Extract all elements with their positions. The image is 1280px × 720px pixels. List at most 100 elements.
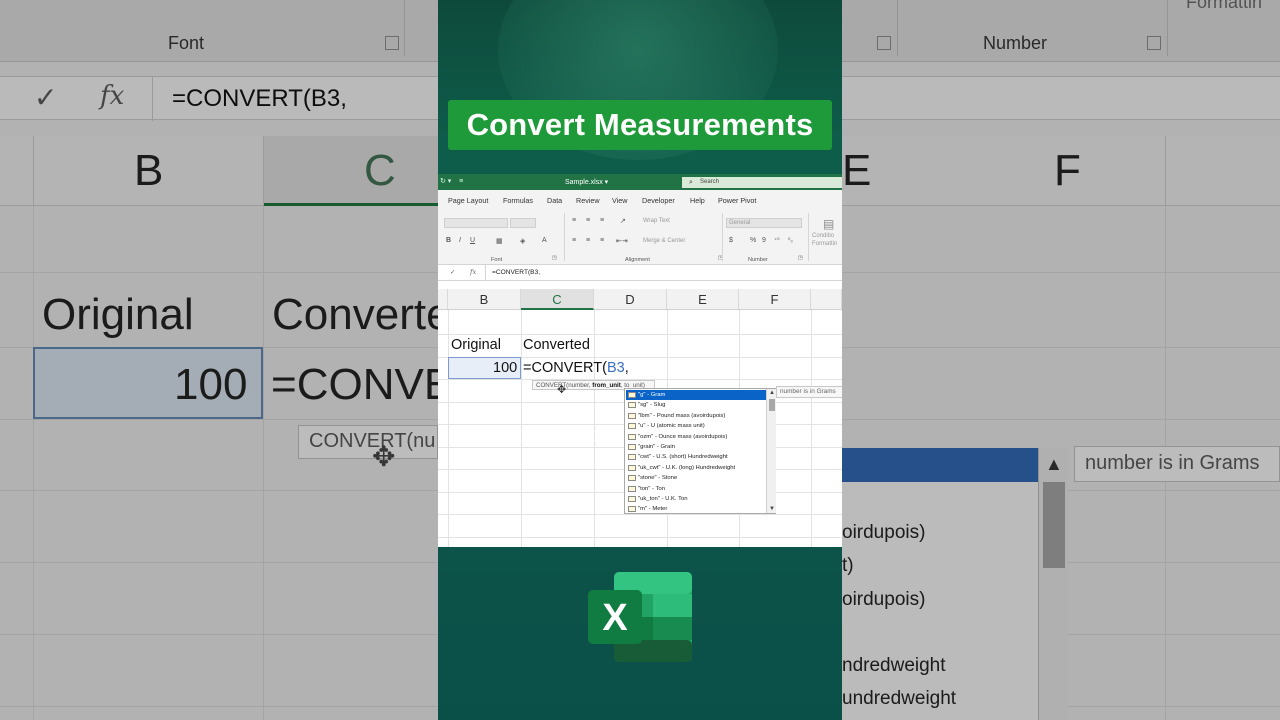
group-font-label: Font [491, 257, 503, 263]
conditional-label[interactable]: Conditio [812, 233, 834, 239]
column-header-f[interactable]: F [739, 289, 811, 310]
dropdown-item[interactable]: "stone" - Stone [626, 473, 766, 483]
dropdown-item[interactable]: "cwt" - U.S. (short) Hundredweight [626, 452, 766, 462]
dropdown-item[interactable]: "uk_cwt" - U.K. (long) Hundredweight [626, 463, 766, 473]
tab-formulas[interactable]: Formulas [503, 196, 533, 205]
font-name-box[interactable] [444, 218, 508, 228]
align-middle-icon[interactable]: ≡ [586, 217, 590, 224]
ribbon-separator [808, 213, 809, 261]
excel-window: ↻ ▾ ≡ Sample.xlsx ▾ ⌕ Search Page Layout… [438, 174, 842, 547]
ribbon-tabs: Page Layout Formulas Data Review View De… [438, 190, 842, 209]
underline-icon[interactable]: U [470, 237, 475, 244]
column-header-g[interactable] [811, 289, 842, 310]
percent-icon[interactable]: % [750, 237, 756, 244]
tooltip-current-arg[interactable]: from_unit [592, 382, 621, 389]
dialog-launcher-icon[interactable]: ◳ [798, 255, 803, 261]
video-frame: Font Number Formattin ✓ fx =CONVERT(B3, … [0, 0, 1280, 720]
corner-header[interactable] [438, 289, 448, 310]
column-header-b[interactable]: B [448, 289, 521, 310]
column-header-d[interactable]: D [594, 289, 667, 310]
column-header-c[interactable]: C [521, 289, 594, 310]
unit-hint: number is in Grams [776, 386, 842, 398]
ribbon: B I U ▦ ◈ A Font ◳ ≡ ≡ ≡ ↗ Wrap Text ≡ ≡… [438, 209, 842, 265]
ribbon-separator [564, 213, 565, 261]
align-top-icon[interactable]: ≡ [572, 217, 576, 224]
dropdown-item[interactable]: "ozm" - Ounce mass (avoirdupois) [626, 432, 766, 442]
search-placeholder: Search [700, 179, 720, 185]
tab-review[interactable]: Review [576, 196, 600, 205]
excel-logo-icon: X [588, 572, 692, 662]
cell-b3[interactable]: 100 [493, 360, 517, 376]
currency-icon[interactable]: $ [729, 237, 733, 244]
grid-line [438, 334, 842, 335]
column-header-e[interactable]: E [667, 289, 739, 310]
unit-icon [628, 496, 636, 502]
dropdown-item[interactable]: "u" - U (atomic mass unit) [626, 421, 766, 431]
tab-page-layout[interactable]: Page Layout [448, 196, 488, 205]
dropdown-item[interactable]: "sg" - Slug [626, 400, 766, 410]
bold-icon[interactable]: B [446, 237, 451, 244]
tab-help[interactable]: Help [690, 196, 705, 205]
cell-b2[interactable]: Original [451, 337, 501, 353]
dropdown-item[interactable]: "grain" - Grain [626, 442, 766, 452]
wrap-text-button[interactable]: Wrap Text [643, 218, 670, 224]
formatting-label[interactable]: Formattin [812, 241, 837, 247]
decrease-decimal-icon[interactable]: ⁰₀ [788, 237, 793, 244]
unit-icon [628, 506, 636, 513]
formula-prefix: =CONVERT( [523, 360, 607, 376]
font-size-box[interactable] [510, 218, 536, 228]
indent-icon[interactable]: ⇤⇥ [616, 237, 628, 245]
align-right-icon[interactable]: ≡ [600, 237, 604, 244]
grid-line [448, 310, 449, 547]
chevron-down-icon[interactable]: ▼ [769, 506, 775, 512]
grid-line [438, 537, 842, 538]
increase-decimal-icon[interactable]: ⁺⁰ [774, 237, 780, 244]
formula-input[interactable]: =CONVERT(B3, [492, 269, 540, 276]
unit-icon [628, 392, 636, 398]
tab-data[interactable]: Data [547, 196, 562, 205]
fill-color-icon[interactable]: ◈ [520, 237, 525, 245]
dialog-launcher-icon[interactable]: ◳ [552, 255, 557, 261]
scroll-thumb[interactable] [769, 399, 775, 411]
dropdown-item[interactable]: "lbm" - Pound mass (avoirdupois) [626, 411, 766, 421]
enter-check-icon[interactable]: ✓ [450, 268, 456, 276]
cell-c2[interactable]: Converted [523, 337, 590, 353]
number-format-box[interactable]: General [726, 218, 802, 228]
dropdown-scrollbar[interactable]: ▲ ▼ [766, 389, 776, 513]
orientation-icon[interactable]: ↗ [620, 217, 626, 225]
dropdown-item[interactable]: "uk_ton" - U.K. Ton [626, 494, 766, 504]
formula-bar-divider [485, 265, 486, 281]
tab-view[interactable]: View [612, 196, 627, 205]
spreadsheet-grid: B C D E F Original Converted 100 =CONVER… [438, 289, 842, 547]
formula-suffix: , [624, 360, 629, 376]
formula-reference: B3 [606, 360, 625, 376]
conditional-formatting-icon[interactable]: ▤ [823, 217, 834, 231]
grid-line [811, 310, 812, 547]
tab-power-pivot[interactable]: Power Pivot [718, 196, 756, 205]
align-center-icon[interactable]: ≡ [586, 237, 590, 244]
unit-icon [628, 485, 636, 492]
dropdown-item[interactable]: "g" - Gram [626, 390, 766, 401]
dropdown-item[interactable]: "m" - Meter [626, 504, 766, 514]
search-box[interactable]: ⌕ Search [682, 177, 842, 188]
borders-icon[interactable]: ▦ [496, 237, 503, 245]
fx-icon[interactable]: fx [470, 268, 476, 276]
chevron-up-icon[interactable]: ▲ [769, 390, 775, 396]
font-color-icon[interactable]: A [542, 237, 547, 244]
cell-c3-editing[interactable]: =CONVERT(B3, [523, 360, 629, 376]
unit-icon [628, 423, 636, 430]
tab-developer[interactable]: Developer [642, 196, 675, 205]
dropdown-item[interactable]: "ton" - Ton [626, 484, 766, 494]
group-number-label: Number [748, 257, 768, 263]
align-bottom-icon[interactable]: ≡ [600, 217, 604, 224]
move-cursor-icon: ✥ [557, 384, 567, 396]
align-left-icon[interactable]: ≡ [572, 237, 576, 244]
grid-line [594, 310, 595, 547]
italic-icon[interactable]: I [459, 237, 461, 244]
comma-icon[interactable]: 9 [762, 237, 766, 244]
merge-center-button[interactable]: Merge & Center [643, 238, 685, 244]
group-alignment-label: Alignment [625, 257, 650, 263]
file-name[interactable]: Sample.xlsx ▾ [565, 178, 608, 186]
unit-icon [628, 444, 636, 450]
quick-access-toolbar[interactable]: ↻ ▾ ≡ [440, 177, 463, 185]
